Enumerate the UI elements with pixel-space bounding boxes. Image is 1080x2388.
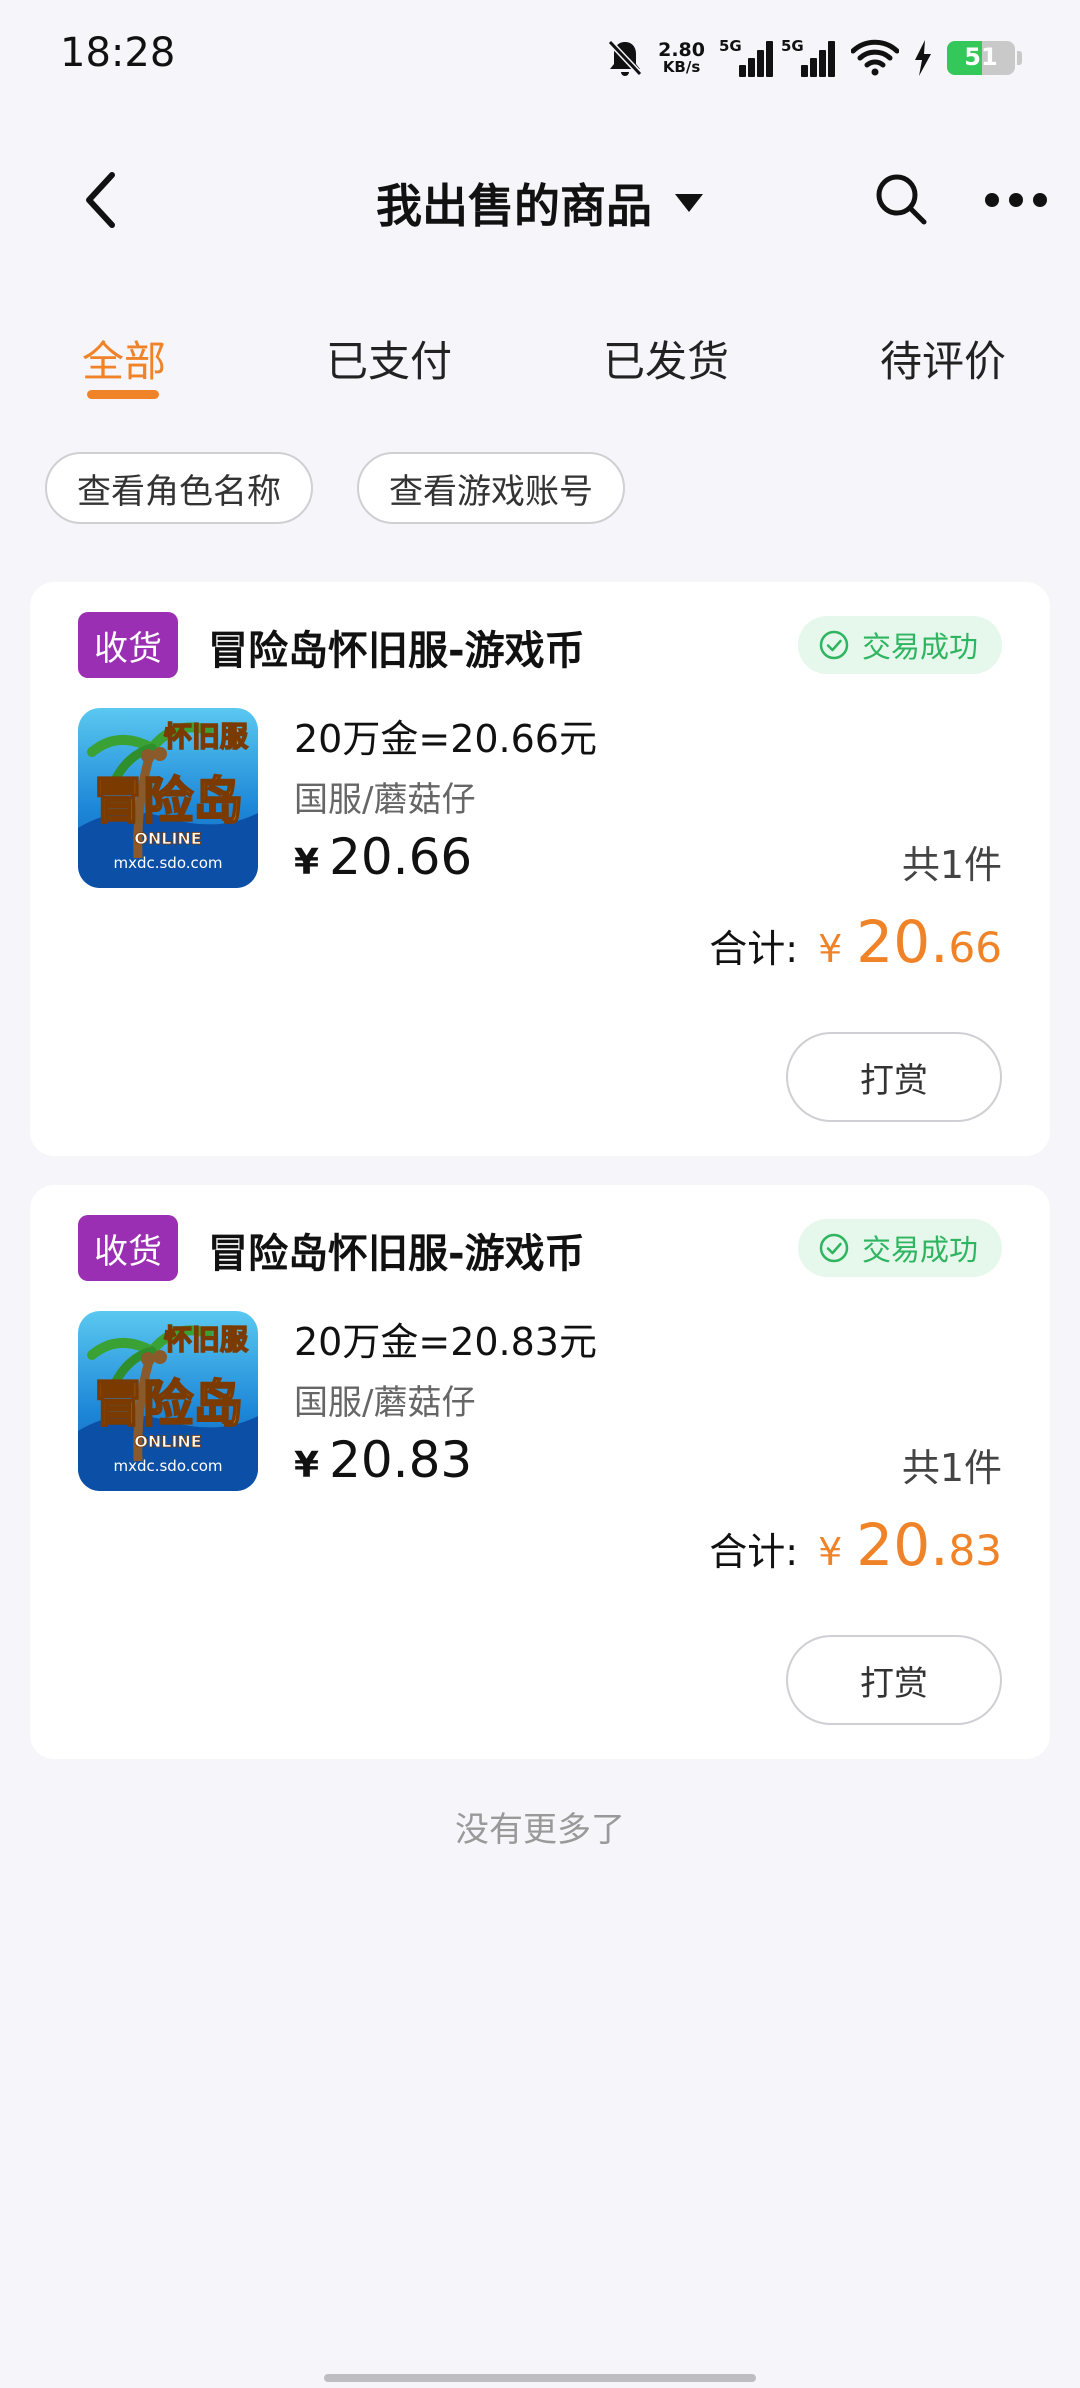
sim1-label: 5G: [719, 37, 742, 55]
filter-chips: 查看角色名称 查看游戏账号: [45, 452, 625, 524]
status-text: 交易成功: [861, 630, 978, 664]
game-logo-subtitle: 怀旧服: [164, 1323, 249, 1356]
order-title: 冒险岛怀旧服-游戏币: [208, 1231, 585, 1277]
item-server: 国服/蘑菇仔: [294, 780, 476, 820]
search-button[interactable]: [870, 168, 932, 230]
game-logo-online: ONLINE: [134, 1432, 201, 1451]
tip-button[interactable]: 打赏: [786, 1635, 1002, 1725]
currency-symbol: ¥: [294, 1445, 320, 1486]
signal-icon: 5G: [719, 37, 773, 77]
game-logo-image: 怀旧服 冒险岛 ONLINE mxdc.sdo.com: [78, 708, 258, 888]
currency-symbol: ¥: [294, 842, 320, 883]
check-circle-icon: [819, 630, 849, 660]
tab-shipped[interactable]: 已发货: [603, 328, 729, 389]
order-card[interactable]: 收货 冒险岛怀旧服-游戏币 交易成功 怀旧服 冒险岛 ONLINE mxdc.s…: [30, 582, 1050, 1156]
check-circle-icon: [819, 1233, 849, 1263]
status-time: 18:28: [60, 30, 176, 76]
sim2-label: 5G: [781, 37, 804, 55]
wifi-icon: [851, 39, 899, 76]
status-text: 交易成功: [861, 1233, 978, 1267]
status-icons: 2.80 KB/s 5G 5G 51: [606, 34, 1022, 82]
signal-icon: 5G: [781, 37, 835, 77]
more-button[interactable]: [958, 178, 1074, 222]
game-logo-url: mxdc.sdo.com: [113, 854, 222, 872]
tab-to-review[interactable]: 待评价: [880, 328, 1006, 389]
dropdown-triangle-icon: [675, 194, 703, 212]
status-badge: 交易成功: [797, 616, 1002, 674]
game-logo-online: ONLINE: [134, 829, 201, 848]
item-name: 20万金=20.83元: [294, 1320, 597, 1364]
price-value: 20.83: [329, 1431, 473, 1489]
tip-button[interactable]: 打赏: [786, 1032, 1002, 1122]
more-icon: [1009, 193, 1023, 207]
view-role-name-button[interactable]: 查看角色名称: [45, 452, 313, 524]
game-logo-image: 怀旧服 冒险岛 ONLINE mxdc.sdo.com: [78, 1311, 258, 1491]
item-price: ¥ 20.66: [294, 828, 472, 886]
tab-all[interactable]: 全部: [82, 328, 166, 389]
bell-muted-icon: [607, 39, 643, 77]
status-bar: 18:28 2.80 KB/s 5G 5G 51: [0, 0, 1080, 118]
battery-icon: 51: [947, 41, 1015, 75]
order-total: 合计: ¥ 20. 66: [709, 908, 1002, 976]
game-logo-title: 冒险岛: [93, 1375, 243, 1433]
home-indicator[interactable]: [324, 2374, 756, 2382]
search-icon: [876, 174, 927, 225]
end-of-list-text: 没有更多了: [455, 1810, 625, 1850]
order-title: 冒险岛怀旧服-游戏币: [208, 628, 585, 674]
page-title: 我出售的商品: [376, 179, 652, 233]
quantity: 共1件: [901, 1446, 1002, 1490]
battery-cap: [1017, 51, 1022, 65]
game-logo-subtitle: 怀旧服: [164, 720, 249, 753]
total-currency: ¥: [818, 1530, 843, 1574]
item-price: ¥ 20.83: [294, 1431, 472, 1489]
total-decimal: 83: [948, 1526, 1002, 1575]
net-speed-unit: KB/s: [662, 58, 701, 76]
quantity: 共1件: [901, 843, 1002, 887]
receive-badge: 收货: [78, 1215, 178, 1281]
game-logo-url: mxdc.sdo.com: [113, 1457, 222, 1475]
total-currency: ¥: [818, 927, 843, 971]
status-badge: 交易成功: [797, 1219, 1002, 1277]
total-integer: 20.: [856, 1511, 949, 1579]
total-decimal: 66: [948, 923, 1002, 972]
item-server: 国服/蘑菇仔: [294, 1383, 476, 1423]
price-value: 20.66: [329, 828, 473, 886]
battery-level: 51: [964, 43, 998, 71]
item-name: 20万金=20.66元: [294, 717, 597, 761]
header: 我出售的商品: [0, 150, 1080, 250]
total-label: 合计:: [709, 927, 799, 971]
more-icon: [1033, 193, 1047, 207]
total-integer: 20.: [856, 908, 949, 976]
net-speed: 2.80 KB/s: [658, 41, 705, 75]
order-total: 合计: ¥ 20. 83: [709, 1511, 1002, 1579]
total-label: 合计:: [709, 1530, 799, 1574]
view-game-account-button[interactable]: 查看游戏账号: [357, 452, 625, 524]
order-tabs: 全部 已支付 已发货 待评价: [0, 320, 1080, 410]
tab-paid[interactable]: 已支付: [326, 328, 452, 389]
order-card[interactable]: 收货 冒险岛怀旧服-游戏币 交易成功 怀旧服 冒险岛 ONLINE mxdc.s…: [30, 1185, 1050, 1759]
active-tab-indicator: [87, 390, 159, 399]
receive-badge: 收货: [78, 612, 178, 678]
game-logo-title: 冒险岛: [93, 772, 243, 830]
more-icon: [985, 193, 999, 207]
charging-icon: [915, 40, 931, 76]
